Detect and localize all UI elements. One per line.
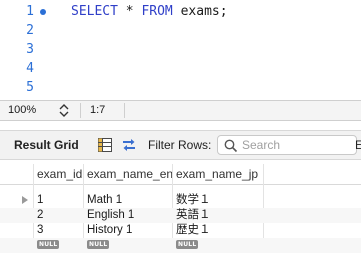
toolbar-overflow-label[interactable]: E	[355, 138, 361, 152]
editor-line-3[interactable]: 3	[0, 40, 361, 59]
null-badge[interactable]: NULL	[87, 240, 110, 249]
null-badge[interactable]: NULL	[37, 240, 60, 249]
search-input[interactable]	[242, 137, 352, 153]
column-header-exam-id[interactable]: exam_id	[37, 167, 82, 181]
cell-exam-name-en[interactable]: History 1	[87, 224, 132, 237]
zoom-stepper-icon[interactable]	[58, 103, 70, 118]
sql-token: *	[117, 4, 142, 19]
refresh-arrows-icon[interactable]	[121, 137, 137, 153]
column-header-exam-name-en[interactable]: exam_name_en	[87, 167, 173, 181]
line-number: 1	[26, 4, 34, 19]
cell-exam-name-jp[interactable]: 英語１	[176, 209, 211, 222]
cell-exam-name-jp[interactable]: 数学１	[176, 194, 211, 207]
current-statement-dot-icon	[40, 9, 46, 15]
cell-exam-id[interactable]: 1	[37, 194, 43, 207]
sql-keyword: SELECT	[71, 4, 118, 19]
table-row[interactable]: 1 Math 1 数学１	[0, 193, 361, 208]
result-grid[interactable]: exam_id exam_name_en exam_name_jp 1 Math…	[0, 160, 361, 270]
panel-spacer	[0, 121, 361, 130]
sql-token: exams;	[172, 4, 228, 19]
editor-line-1[interactable]: 1 SELECT * FROM exams;	[0, 2, 361, 21]
editor-line-2[interactable]: 2	[0, 21, 361, 40]
grid-view-icon[interactable]	[97, 137, 113, 153]
cursor-position: 1:7	[90, 104, 106, 116]
editor-status-bar: 100% 1:7	[0, 100, 361, 121]
zoom-level: 100%	[8, 104, 37, 116]
line-number: 2	[26, 23, 34, 38]
null-badge[interactable]: NULL	[176, 240, 199, 249]
cell-exam-name-jp[interactable]: 歴史１	[176, 224, 211, 237]
grid-header-row: exam_id exam_name_en exam_name_jp	[0, 164, 361, 185]
editor-line-5[interactable]: 5	[0, 78, 361, 97]
cell-exam-id[interactable]: 2	[37, 209, 43, 222]
filter-search-field[interactable]	[217, 135, 357, 155]
result-toolbar: Result Grid Filter Rows: E	[0, 130, 361, 160]
status-divider	[80, 103, 81, 118]
cell-exam-name-en[interactable]: English 1	[87, 209, 134, 222]
result-grid-tab[interactable]: Result Grid	[14, 138, 79, 152]
search-icon	[224, 139, 238, 153]
filter-rows-label: Filter Rows:	[148, 138, 212, 152]
current-row-arrow-icon	[22, 196, 28, 204]
cell-exam-name-en[interactable]: Math 1	[87, 194, 122, 207]
sql-statement[interactable]: SELECT * FROM exams;	[71, 2, 228, 21]
line-number: 4	[26, 61, 34, 76]
cell-exam-id[interactable]: 3	[37, 224, 43, 237]
sql-editor[interactable]: 1 SELECT * FROM exams; 2 3 4 5	[0, 0, 361, 100]
new-row-placeholder[interactable]: NULL NULL NULL	[0, 238, 361, 253]
column-header-exam-name-jp[interactable]: exam_name_jp	[176, 167, 258, 181]
table-row[interactable]: 3 History 1 歴史１	[0, 223, 361, 238]
status-divider	[124, 103, 125, 118]
editor-line-4[interactable]: 4	[0, 59, 361, 78]
sql-keyword: FROM	[141, 4, 173, 19]
line-number: 3	[26, 42, 34, 57]
table-row[interactable]: 2 English 1 英語１	[0, 208, 361, 223]
line-number: 5	[26, 80, 34, 95]
